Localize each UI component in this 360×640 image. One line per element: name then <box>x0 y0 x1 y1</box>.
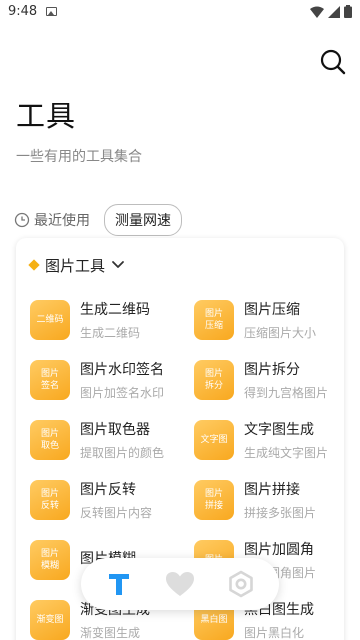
gallery-notification-icon <box>46 7 57 16</box>
recent-chip-speed-test[interactable]: 测量网速 <box>104 204 182 236</box>
search-button[interactable] <box>318 47 348 77</box>
tool-name: 图片拼接 <box>244 482 300 498</box>
tool-color-picker[interactable]: 图片 取色 图片取色器提取图片的颜色 <box>30 415 180 465</box>
split-tool-icon: 图片 拆分 <box>194 360 234 400</box>
blur-tool-icon: 图片 模糊 <box>30 540 70 580</box>
tool-generate-qrcode[interactable]: 二维码 生成二维码 生成二维码 <box>30 295 180 345</box>
invert-tool-icon: 图片 反转 <box>30 480 70 520</box>
watermark-tool-icon: 图片 签名 <box>30 360 70 400</box>
signal-icon <box>328 5 340 18</box>
tool-desc: 图片加签名水印 <box>80 386 165 400</box>
tool-name: 文字图生成 <box>244 422 314 438</box>
tool-desc: 提取图片的颜色 <box>80 446 165 460</box>
status-icons <box>310 5 352 18</box>
bottom-nav-bar <box>81 558 279 610</box>
tool-desc: 生成二维码 <box>80 326 141 340</box>
tool-desc: 生成纯文字图片 <box>244 446 329 460</box>
battery-icon <box>344 5 352 18</box>
section-header[interactable]: 图片工具 <box>28 254 125 276</box>
tool-desc: 图片黑白化 <box>244 626 305 640</box>
tool-name: 图片加圆角 <box>244 542 314 558</box>
wifi-icon <box>310 6 324 18</box>
tool-image-stitch[interactable]: 图片 拼接 图片拼接拼接多张图片 <box>194 475 344 525</box>
compress-tool-icon: 图片 压缩 <box>194 300 234 340</box>
tool-name: 生成二维码 <box>80 302 150 318</box>
nav-tools[interactable] <box>99 564 139 604</box>
recent-label: 最近使用 <box>34 213 90 229</box>
tool-name: 图片压缩 <box>244 302 300 318</box>
section-title: 图片工具 <box>45 256 106 275</box>
gradient-tool-icon: 渐变图 <box>30 600 70 640</box>
page-subtitle: 一些有用的工具集合 <box>16 149 142 165</box>
tool-name: 图片水印签名 <box>80 362 164 378</box>
stitch-tool-icon: 图片 拼接 <box>194 480 234 520</box>
tool-desc: 反转图片内容 <box>80 506 153 520</box>
tools-icon <box>109 574 130 595</box>
clock-icon <box>14 212 30 228</box>
tool-name: 图片取色器 <box>80 422 150 438</box>
tool-name: 图片拆分 <box>244 362 300 378</box>
search-icon <box>320 49 346 75</box>
tool-desc: 渐变图生成 <box>80 626 141 640</box>
status-time: 9:48 <box>8 4 38 19</box>
nav-favorites[interactable] <box>160 564 200 604</box>
tool-desc: 得到九宫格图片 <box>244 386 329 400</box>
tool-image-watermark[interactable]: 图片 签名 图片水印签名 图片加签名水印 <box>30 355 180 405</box>
page-title: 工具 <box>16 99 77 133</box>
diamond-icon <box>28 259 40 271</box>
heart-icon <box>165 572 194 596</box>
tool-desc: 压缩图片大小 <box>244 326 317 340</box>
tool-text-image[interactable]: 文字图 文字图生成生成纯文字图片 <box>194 415 344 465</box>
recent-row: 最近使用 测量网速 <box>14 204 182 236</box>
chevron-down-icon <box>112 261 124 268</box>
settings-icon <box>228 570 253 598</box>
text-image-tool-icon: 文字图 <box>194 420 234 460</box>
color-picker-tool-icon: 图片 取色 <box>30 420 70 460</box>
qrcode-tool-icon: 二维码 <box>30 300 70 340</box>
status-bar: 9:48 <box>0 0 360 24</box>
tool-image-invert[interactable]: 图片 反转 图片反转反转图片内容 <box>30 475 180 525</box>
nav-settings[interactable] <box>221 564 261 604</box>
tool-image-split[interactable]: 图片 拆分 图片拆分得到九宫格图片 <box>194 355 344 405</box>
tool-name: 图片反转 <box>80 482 136 498</box>
tool-image-compress[interactable]: 图片 压缩 图片压缩压缩图片大小 <box>194 295 344 345</box>
tool-desc: 拼接多张图片 <box>244 506 317 520</box>
